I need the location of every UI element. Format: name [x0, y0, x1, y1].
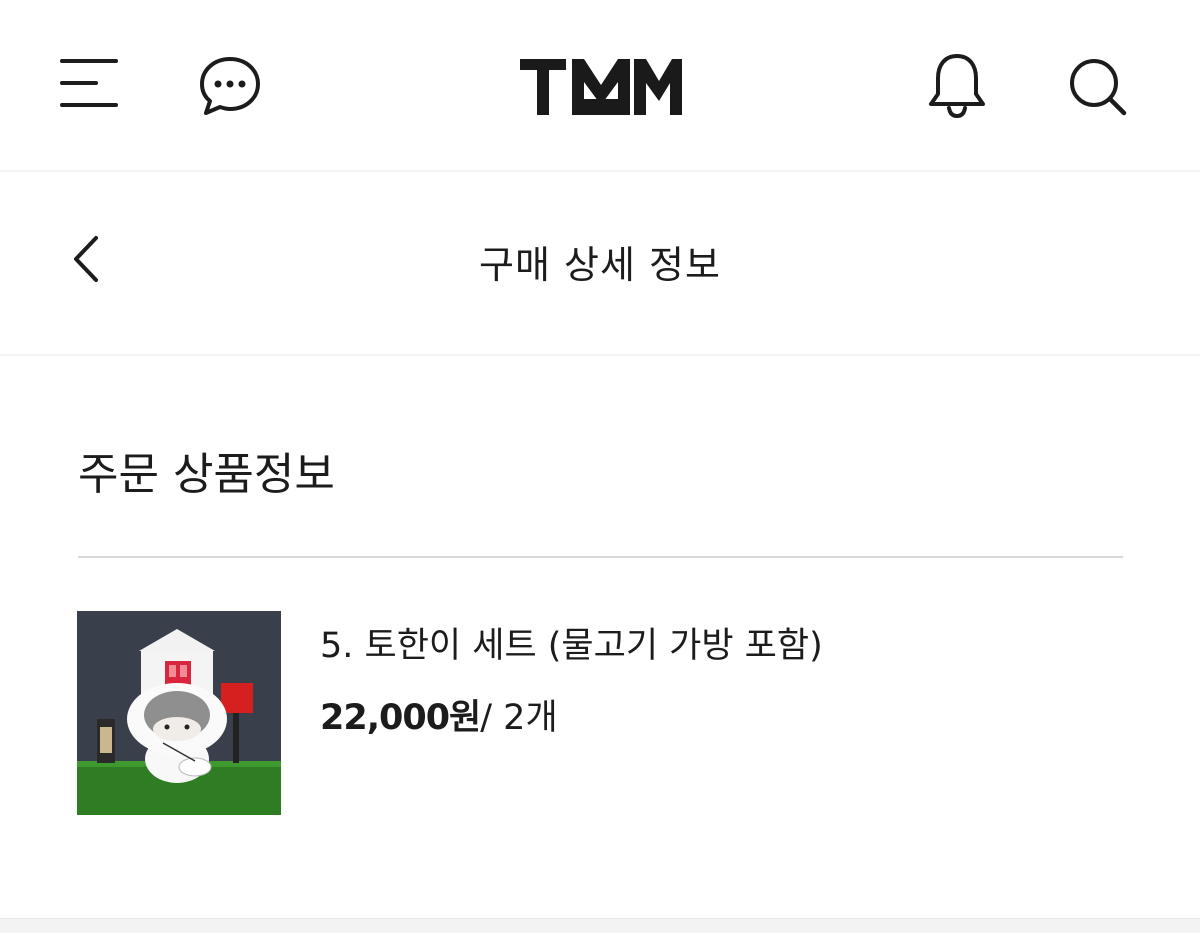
search-button[interactable]	[1064, 55, 1130, 117]
section-divider	[78, 556, 1123, 558]
product-thumbnail[interactable]	[77, 611, 281, 815]
app-root: 구매 상세 정보 주문 상품정보 5. 토한이 세트 (물고기 가방 포함) 2…	[0, 0, 1200, 933]
product-quantity: / 2개	[480, 698, 558, 738]
top-navigation-bar	[0, 0, 1200, 172]
bottom-section-separator	[0, 918, 1200, 933]
tmm-logo[interactable]	[518, 55, 684, 117]
page-title: 구매 상세 정보	[479, 243, 721, 287]
product-name[interactable]: 5. 토한이 세트 (물고기 가방 포함)	[320, 618, 823, 674]
notifications-button[interactable]	[924, 50, 990, 120]
search-icon	[1070, 59, 1127, 116]
chat-bubble-icon	[200, 57, 260, 115]
menu-button[interactable]	[56, 53, 122, 113]
chat-button[interactable]	[196, 53, 264, 119]
tmm-logo-mark	[520, 59, 682, 115]
bell-icon	[929, 54, 985, 119]
menu-icon	[60, 59, 118, 107]
product-price-line: 22,000원/ 2개	[320, 690, 558, 746]
product-price: 22,000원	[320, 698, 481, 738]
product-image	[77, 611, 281, 815]
section-title-order-items: 주문 상품정보	[78, 449, 335, 500]
